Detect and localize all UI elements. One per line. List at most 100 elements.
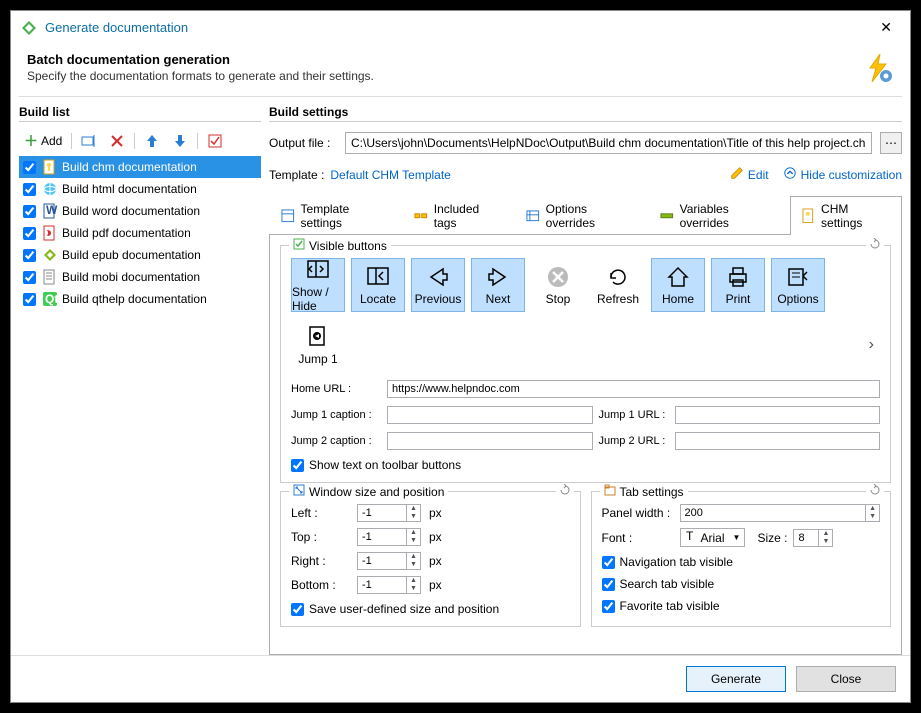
build-item-chm[interactable]: Build chm documentation xyxy=(19,156,261,178)
spin-up-icon[interactable]: ▲ xyxy=(407,505,420,513)
app-icon xyxy=(21,20,37,36)
build-item-word[interactable]: W Build word documentation xyxy=(19,200,261,222)
right-label: Right : xyxy=(291,554,349,568)
build-item-checkbox[interactable] xyxy=(23,249,36,262)
template-link[interactable]: Default CHM Template xyxy=(330,168,451,182)
tab-settings-icon xyxy=(604,484,616,499)
build-item-checkbox[interactable] xyxy=(23,271,36,284)
build-item-epub[interactable]: Build epub documentation xyxy=(19,244,261,266)
jump1-caption-input[interactable] xyxy=(387,406,593,424)
tool-btn-label: Options xyxy=(777,292,818,306)
delete-button[interactable] xyxy=(104,130,130,152)
top-label: Top : xyxy=(291,530,349,544)
spin-down-icon[interactable]: ▼ xyxy=(407,537,420,545)
tab-label: Template settings xyxy=(301,202,392,230)
hide-customization-link[interactable]: Hide customization xyxy=(783,166,902,183)
save-position-checkbox[interactable] xyxy=(291,603,304,616)
tool-btn-label: Jump 1 xyxy=(298,352,337,366)
close-button[interactable]: Close xyxy=(796,666,896,692)
right-input[interactable] xyxy=(358,553,406,569)
fav-tab-checkbox[interactable] xyxy=(602,600,615,613)
vis-btn-jump-1[interactable]: Jump 1 xyxy=(291,318,345,372)
spin-down-icon[interactable]: ▼ xyxy=(407,561,420,569)
build-item-checkbox[interactable] xyxy=(23,205,36,218)
jump2-caption-input[interactable] xyxy=(387,432,593,450)
tab-chm-settings[interactable]: CHM settings xyxy=(790,196,902,235)
plus-icon: ＋ xyxy=(24,131,38,151)
tab-variables-overrides[interactable]: Variables overrides xyxy=(648,196,789,235)
show-text-checkbox[interactable] xyxy=(291,459,304,472)
add-button[interactable]: ＋ Add xyxy=(19,128,67,154)
output-file-input[interactable] xyxy=(345,132,872,154)
show-text-label[interactable]: Show text on toolbar buttons xyxy=(309,458,461,472)
spin-down-icon[interactable]: ▼ xyxy=(819,538,832,546)
tab-included-tags[interactable]: Included tags xyxy=(402,196,514,235)
vis-btn-stop[interactable]: Stop xyxy=(531,258,585,312)
svg-text:W: W xyxy=(46,203,58,217)
jump1-caption-label: Jump 1 caption : xyxy=(291,409,381,421)
search-tab-label[interactable]: Search tab visible xyxy=(620,577,715,591)
spin-up-icon[interactable]: ▲ xyxy=(819,530,832,538)
left-input[interactable] xyxy=(358,505,406,521)
jump1-url-input[interactable] xyxy=(675,406,881,424)
spin-up-icon[interactable]: ▲ xyxy=(866,505,879,513)
build-item-checkbox[interactable] xyxy=(23,183,36,196)
vis-btn-locate[interactable]: Locate xyxy=(351,258,405,312)
home-url-input[interactable] xyxy=(387,380,880,398)
build-item-html[interactable]: Build html documentation xyxy=(19,178,261,200)
generate-button[interactable]: Generate xyxy=(686,666,786,692)
tool-glyph-icon xyxy=(785,264,811,290)
browse-output-button[interactable]: ⋯ xyxy=(880,132,902,154)
vis-btn-show-hide[interactable]: Show / Hide xyxy=(291,258,345,312)
build-item-qt[interactable]: Qt Build qthelp documentation xyxy=(19,288,261,310)
reset-tab-settings-button[interactable] xyxy=(866,484,884,499)
jump2-url-input[interactable] xyxy=(675,432,881,450)
vis-btn-print[interactable]: Print xyxy=(711,258,765,312)
search-tab-checkbox[interactable] xyxy=(602,578,615,591)
build-item-mobi[interactable]: Build mobi documentation xyxy=(19,266,261,288)
build-item-checkbox[interactable] xyxy=(23,227,36,240)
save-position-label[interactable]: Save user-defined size and position xyxy=(309,602,499,616)
nav-tab-label[interactable]: Navigation tab visible xyxy=(620,555,733,569)
rename-button[interactable] xyxy=(76,130,102,152)
nav-tab-checkbox[interactable] xyxy=(602,556,615,569)
tab-label: Variables overrides xyxy=(680,202,779,230)
tab-label: Options overrides xyxy=(546,202,637,230)
build-item-pdf[interactable]: Build pdf documentation xyxy=(19,222,261,244)
fav-tab-label[interactable]: Favorite tab visible xyxy=(620,599,720,613)
spin-down-icon[interactable]: ▼ xyxy=(407,513,420,521)
spin-up-icon[interactable]: ▲ xyxy=(407,553,420,561)
build-item-checkbox[interactable] xyxy=(23,293,36,306)
tab-template-settings[interactable]: Template settings xyxy=(269,196,402,235)
vis-btn-next[interactable]: Next xyxy=(471,258,525,312)
generate-documentation-dialog: Generate documentation ✕ Batch documenta… xyxy=(10,10,911,703)
spin-up-icon[interactable]: ▲ xyxy=(407,577,420,585)
expand-buttons-icon[interactable]: › xyxy=(863,336,880,354)
font-select[interactable]: T Arial ▼ xyxy=(680,528,746,547)
toggle-check-button[interactable] xyxy=(202,130,228,152)
vis-btn-options[interactable]: Options xyxy=(771,258,825,312)
edit-template-link[interactable]: Edit xyxy=(730,166,769,183)
reset-group-button[interactable] xyxy=(866,238,884,253)
move-up-button[interactable] xyxy=(139,130,165,152)
spin-down-icon[interactable]: ▼ xyxy=(407,585,420,593)
lightning-gear-icon xyxy=(862,52,894,84)
panel-width-input[interactable] xyxy=(681,505,866,521)
build-item-label: Build mobi documentation xyxy=(62,270,200,284)
top-input[interactable] xyxy=(358,529,406,545)
build-item-checkbox[interactable] xyxy=(23,161,36,174)
dialog-footer: Generate Close xyxy=(11,655,910,702)
spin-up-icon[interactable]: ▲ xyxy=(407,529,420,537)
svg-text:Qt: Qt xyxy=(45,292,58,306)
font-size-input[interactable] xyxy=(794,530,818,546)
close-icon[interactable]: ✕ xyxy=(872,17,900,38)
vis-btn-refresh[interactable]: Refresh xyxy=(591,258,645,312)
move-down-button[interactable] xyxy=(167,130,193,152)
spin-down-icon[interactable]: ▼ xyxy=(866,513,879,521)
vis-btn-previous[interactable]: Previous xyxy=(411,258,465,312)
tab-options-overrides[interactable]: Options overrides xyxy=(514,196,648,235)
epub-icon xyxy=(42,247,58,263)
vis-btn-home[interactable]: Home xyxy=(651,258,705,312)
bottom-input[interactable] xyxy=(358,577,406,593)
reset-window-size-button[interactable] xyxy=(556,484,574,499)
